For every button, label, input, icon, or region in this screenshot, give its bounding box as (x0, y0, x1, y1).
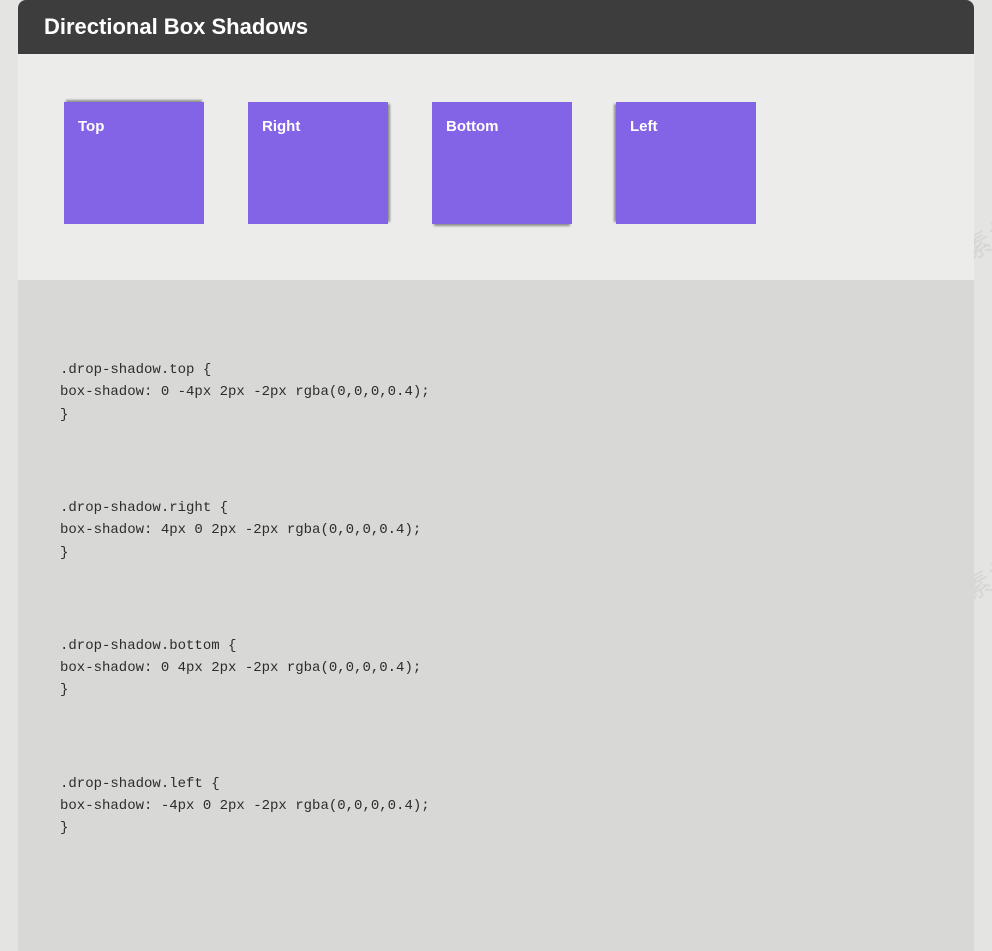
content-card: Directional Box Shadows Top Right Bottom… (18, 0, 974, 951)
box-label: Top (78, 118, 104, 135)
box-left: Left (616, 102, 756, 224)
box-label: Right (262, 118, 300, 135)
code-area: .drop-shadow.top { box-shadow: 0 -4px 2p… (18, 280, 974, 951)
demo-area: Top Right Bottom Left (18, 54, 974, 280)
box-right: Right (248, 102, 388, 224)
section-title: Directional Box Shadows (18, 0, 974, 54)
code-block-top: .drop-shadow.top { box-shadow: 0 -4px 2p… (60, 359, 932, 426)
code-block-right: .drop-shadow.right { box-shadow: 4px 0 2… (60, 497, 932, 564)
code-block-bottom: .drop-shadow.bottom { box-shadow: 0 4px … (60, 635, 932, 702)
code-block-left: .drop-shadow.left { box-shadow: -4px 0 2… (60, 773, 932, 840)
box-bottom: Bottom (432, 102, 572, 224)
box-top: Top (64, 102, 204, 224)
box-label: Left (630, 118, 658, 135)
box-label: Bottom (446, 118, 499, 135)
